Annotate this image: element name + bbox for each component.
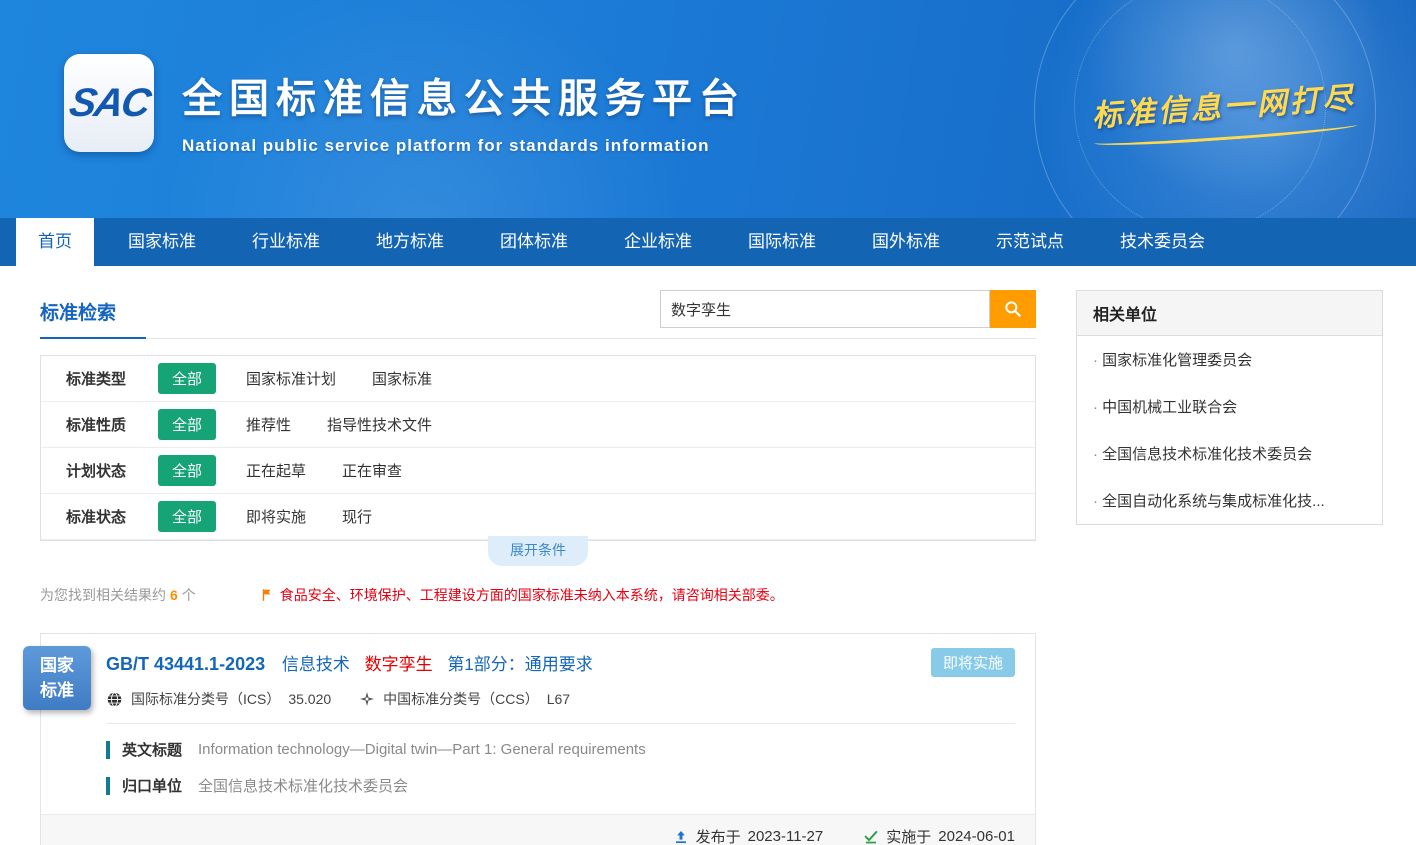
globe-icon [106, 691, 123, 708]
standard-code: GB/T 43441.1-2023 [106, 654, 265, 674]
filter-label: 标准类型 [66, 368, 158, 389]
filter-option[interactable]: 推荐性 [246, 414, 291, 435]
filter-option[interactable]: 国家标准 [372, 368, 432, 389]
site-title: 全国标准信息公共服务平台 [182, 66, 746, 124]
published-item: 发布于 2023-11-27 [673, 826, 824, 845]
filter-row-standard-status: 标准状态 全部 即将实施 现行 [41, 494, 1035, 540]
results-summary-row: 为您找到相关结果约 6 个 食品安全、环境保护、工程建设方面的国家标准未纳入本系… [40, 585, 1036, 605]
badge-line2: 标准 [40, 678, 74, 704]
filter-label: 标准状态 [66, 506, 158, 527]
related-units-panel: 相关单位 国家标准化管理委员会 中国机械工业联合会 全国信息技术标准化技术委员会… [1076, 290, 1383, 525]
ics-label: 国际标准分类号（ICS） [131, 689, 280, 709]
results-count: 6 [170, 587, 178, 603]
page: SAC 全国标准信息公共服务平台 National public service… [0, 0, 1416, 845]
content: 标准检索 标准类型 全部 国家标准计划 国家标准 [0, 266, 1416, 845]
badge-line1: 国家 [40, 653, 74, 679]
results-summary-suffix: 个 [182, 585, 196, 605]
field-value: 全国信息技术标准化技术委员会 [198, 775, 408, 796]
search-tab-row: 标准检索 [40, 290, 1036, 339]
related-units-title: 相关单位 [1077, 291, 1382, 336]
site-subtitle: National public service platform for sta… [182, 136, 746, 156]
publish-upload-icon [673, 829, 689, 845]
search-box [660, 290, 1036, 328]
nav-item-home[interactable]: 首页 [16, 218, 94, 266]
standard-title-highlight: 数字孪生 [365, 655, 433, 674]
standard-title-part1: 信息技术 [282, 655, 350, 674]
filter-option[interactable]: 正在起草 [246, 460, 306, 481]
ccs-group: 中国标准分类号（CCS） L67 [359, 689, 570, 709]
sidebar-item-machinery-federation[interactable]: 中国机械工业联合会 [1077, 383, 1382, 430]
field-label: 归口单位 [122, 775, 182, 796]
published-label: 发布于 [696, 826, 741, 845]
sidebar-item-automation-committee[interactable]: 全国自动化系统与集成标准化技... [1077, 477, 1382, 524]
flag-icon [260, 587, 274, 603]
site-header: SAC 全国标准信息公共服务平台 National public service… [0, 0, 1416, 218]
implement-check-icon [863, 829, 879, 845]
compass-icon [359, 691, 375, 707]
filter-row-nature: 标准性质 全部 推荐性 指导性技术文件 [41, 402, 1035, 448]
filter-option[interactable]: 正在审查 [342, 460, 402, 481]
nav-item-international-standard[interactable]: 国际标准 [726, 218, 838, 266]
nav-item-national-standard[interactable]: 国家标准 [106, 218, 218, 266]
header-slogan: 标准信息一网打尽 [1090, 73, 1357, 149]
filter-option[interactable]: 现行 [342, 506, 372, 527]
filter-option[interactable]: 即将实施 [246, 506, 306, 527]
nav-item-enterprise-standard[interactable]: 企业标准 [602, 218, 714, 266]
field-english-title: 英文标题 Information technology—Digital twin… [41, 724, 1035, 760]
ccs-label: 中国标准分类号（CCS） [383, 689, 539, 709]
standard-title-part2: 第1部分：通用要求 [447, 655, 592, 674]
filter-row-type: 标准类型 全部 国家标准计划 国家标准 [41, 356, 1035, 402]
search-icon [1003, 299, 1023, 319]
filter-all-button[interactable]: 全部 [158, 409, 216, 440]
field-committee: 归口单位 全国信息技术标准化技术委员会 [41, 760, 1035, 796]
filter-all-button[interactable]: 全部 [158, 501, 216, 532]
field-value: Information technology—Digital twin—Part… [198, 741, 646, 758]
filter-label: 标准性质 [66, 414, 158, 435]
sidebar-item-sac[interactable]: 国家标准化管理委员会 [1077, 336, 1382, 383]
card-meta: 国际标准分类号（ICS） 35.020 中国标准分类号（CCS） L67 [41, 677, 1035, 723]
implemented-label: 实施于 [886, 826, 931, 845]
filter-label: 计划状态 [66, 460, 158, 481]
card-footer: 发布于 2023-11-27 实施于 2024-06-01 [41, 814, 1035, 845]
nav-item-group-standard[interactable]: 团体标准 [478, 218, 590, 266]
national-standard-badge: 国家 标准 [23, 646, 91, 710]
filter-panel: 标准类型 全部 国家标准计划 国家标准 标准性质 全部 推荐性 指导性技术文件 … [40, 355, 1036, 541]
expand-conditions-button[interactable]: 展开条件 [488, 536, 588, 566]
card-head: GB/T 43441.1-2023 信息技术 数字孪生 第1部分：通用要求 即将… [41, 634, 1035, 677]
ics-value: 35.020 [288, 691, 331, 707]
notice: 食品安全、环境保护、工程建设方面的国家标准未纳入本系统，请咨询相关部委。 [260, 585, 784, 605]
filter-all-button[interactable]: 全部 [158, 363, 216, 394]
result-card: 国家 标准 GB/T 43441.1-2023 信息技术 数字孪生 第1部分：通… [40, 633, 1036, 845]
results-summary-prefix: 为您找到相关结果约 [40, 585, 166, 605]
standard-title-link[interactable]: GB/T 43441.1-2023 信息技术 数字孪生 第1部分：通用要求 [106, 650, 603, 675]
field-label: 英文标题 [122, 739, 182, 760]
field-accent-bar [106, 741, 110, 759]
nav-item-foreign-standard[interactable]: 国外标准 [850, 218, 962, 266]
sidebar-item-it-committee[interactable]: 全国信息技术标准化技术委员会 [1077, 430, 1382, 477]
status-badge: 即将实施 [931, 648, 1015, 677]
main-nav: 首页 国家标准 行业标准 地方标准 团体标准 企业标准 国际标准 国外标准 示范… [0, 218, 1416, 266]
filter-option[interactable]: 指导性技术文件 [327, 414, 432, 435]
search-input[interactable] [660, 290, 990, 328]
implemented-item: 实施于 2024-06-01 [863, 826, 1015, 845]
main-column: 标准检索 标准类型 全部 国家标准计划 国家标准 [40, 290, 1036, 845]
filter-all-button[interactable]: 全部 [158, 455, 216, 486]
published-date: 2023-11-27 [748, 828, 824, 845]
sac-logo[interactable]: SAC [64, 54, 154, 152]
search-button[interactable] [990, 290, 1036, 328]
tab-standard-search[interactable]: 标准检索 [40, 290, 146, 339]
implemented-date: 2024-06-01 [938, 828, 1015, 845]
nav-item-industry-standard[interactable]: 行业标准 [230, 218, 342, 266]
ccs-value: L67 [547, 691, 570, 707]
sac-logo-text: SAC [66, 81, 152, 126]
notice-text: 食品安全、环境保护、工程建设方面的国家标准未纳入本系统，请咨询相关部委。 [280, 585, 784, 605]
field-accent-bar [106, 777, 110, 795]
filter-option[interactable]: 国家标准计划 [246, 368, 336, 389]
nav-item-technical-committee[interactable]: 技术委员会 [1098, 218, 1227, 266]
nav-item-local-standard[interactable]: 地方标准 [354, 218, 466, 266]
nav-item-pilot[interactable]: 示范试点 [974, 218, 1086, 266]
filter-row-plan-status: 计划状态 全部 正在起草 正在审查 [41, 448, 1035, 494]
site-title-block: 全国标准信息公共服务平台 National public service pla… [182, 66, 746, 156]
